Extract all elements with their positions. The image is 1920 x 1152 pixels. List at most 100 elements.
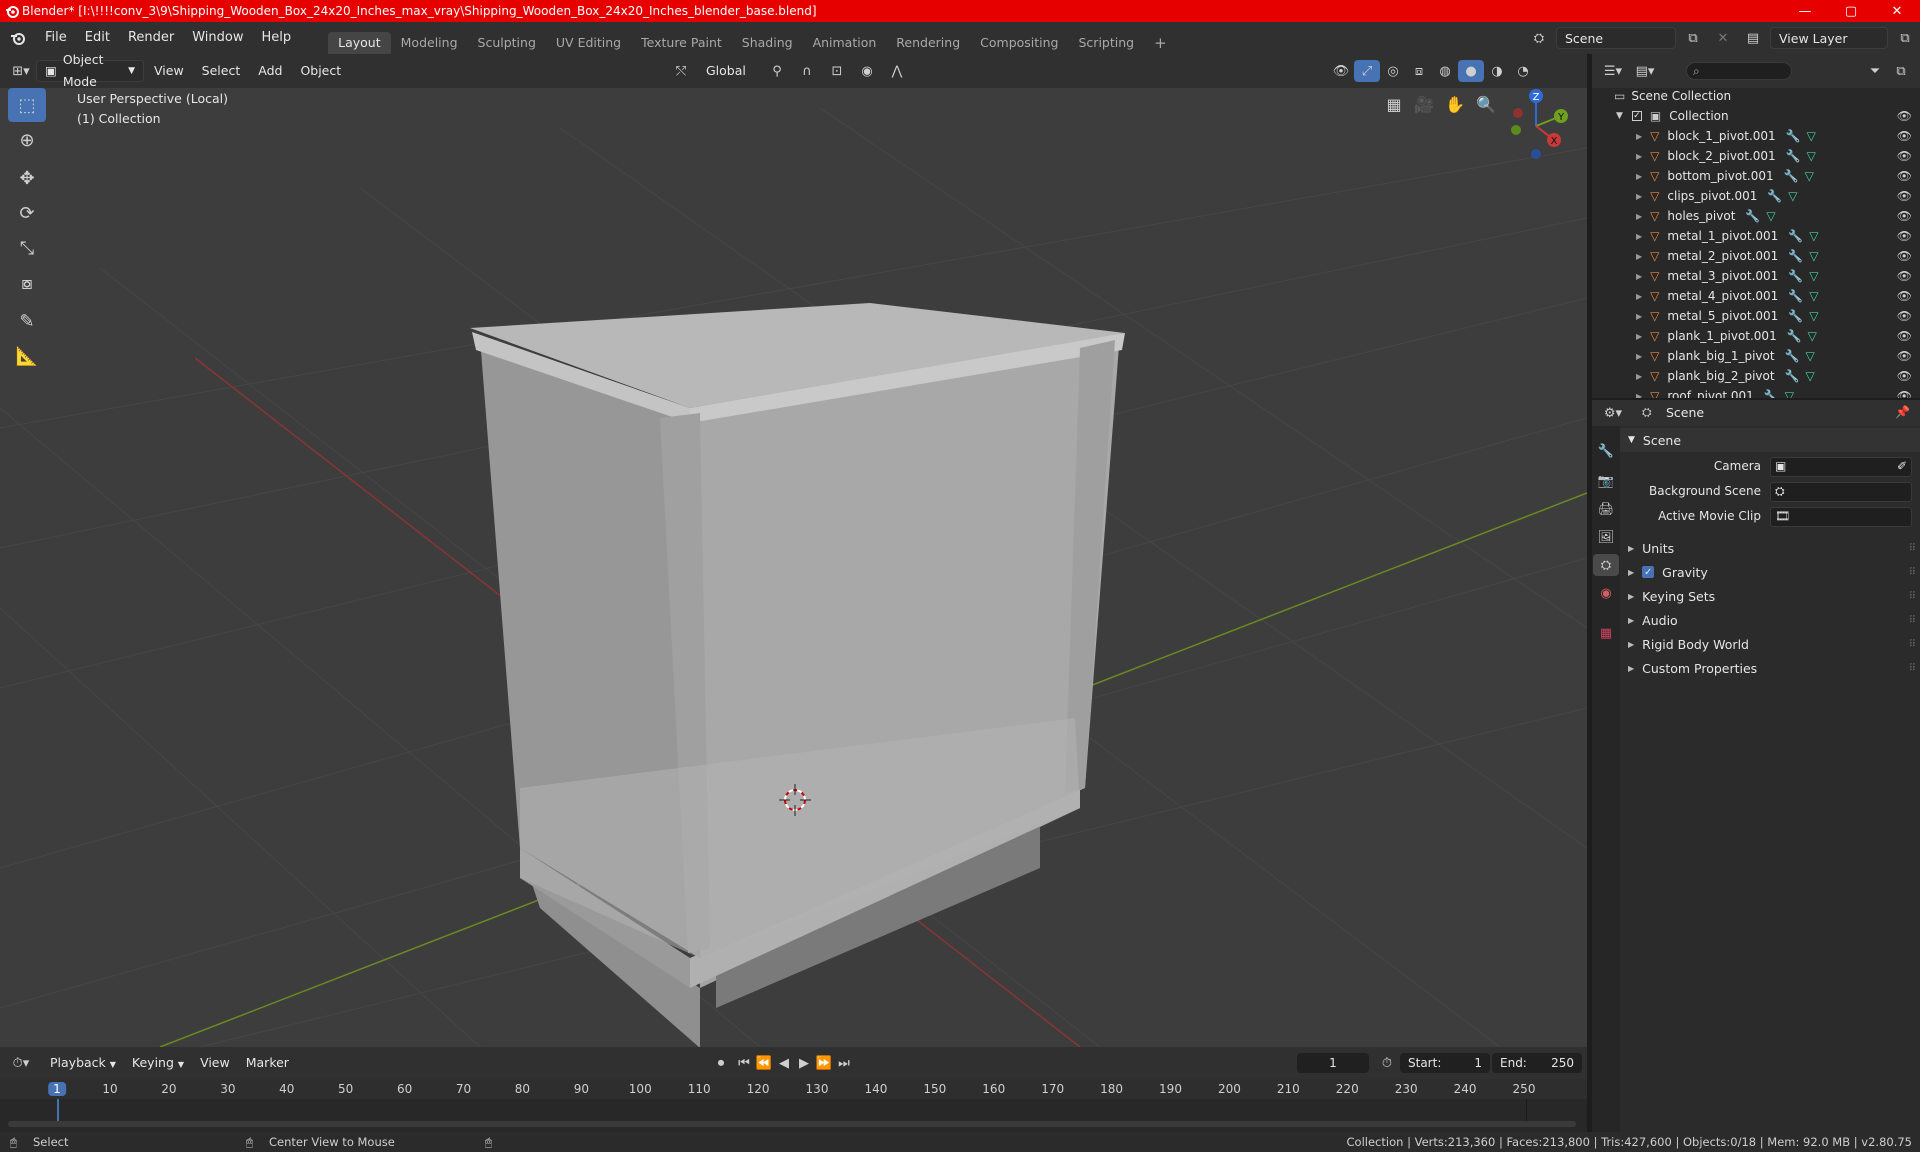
menu-help[interactable]: Help [253, 22, 301, 54]
solid-shading-icon[interactable]: ● [1458, 60, 1484, 82]
expand-arrow-icon[interactable]: ▶ [1636, 272, 1642, 281]
visibility-filter-icon[interactable]: 👁 [1328, 60, 1354, 82]
play-icon[interactable]: ▶ [794, 1052, 814, 1074]
transform-orientation-icon[interactable]: ⤲ [668, 60, 694, 82]
expand-arrow-icon[interactable]: ▶ [1636, 292, 1642, 301]
mesh-data-icon[interactable]: ▽ [1788, 189, 1797, 203]
cursor-tool[interactable]: ⊕ [8, 123, 46, 157]
outliner-item[interactable]: ▶ ▽ metal_2_pivot.001 🔧 ▽ 👁 [1592, 246, 1920, 266]
tab-rendering[interactable]: Rendering [886, 32, 970, 54]
eye-icon[interactable]: 👁 [1897, 129, 1912, 143]
mesh-data-icon[interactable]: ▽ [1809, 229, 1818, 243]
texture-tab-icon[interactable]: ▦ [1593, 622, 1619, 644]
wireframe-shading-icon[interactable]: ◍ [1432, 60, 1458, 82]
jump-end-icon[interactable]: ⏭ [834, 1052, 854, 1074]
display-mode-icon[interactable]: ▤▾ [1632, 60, 1658, 82]
tab-layout[interactable]: Layout [328, 32, 391, 54]
gravity-checkbox[interactable]: ✓ [1642, 566, 1655, 578]
pan-view-icon[interactable]: ✋ [1441, 90, 1469, 118]
drag-handle-icon[interactable]: ⠿ [1909, 615, 1916, 626]
tab-shading[interactable]: Shading [732, 32, 803, 54]
eye-icon[interactable]: 👁 [1897, 249, 1912, 263]
mesh-data-icon[interactable]: ▽ [1809, 289, 1818, 303]
prev-keyframe-icon[interactable]: ⏪ [754, 1052, 774, 1074]
new-scene-icon[interactable]: ⧉ [1680, 27, 1706, 49]
editor-type-icon[interactable]: ⊞▾ [8, 60, 34, 82]
toggle-camera-view-icon[interactable]: ▦ [1380, 90, 1408, 118]
view-layer-selector[interactable]: View Layer [1770, 27, 1888, 49]
scene-panel-header[interactable]: ▼ Scene [1620, 428, 1920, 452]
outliner-item[interactable]: ▶ ▽ metal_1_pivot.001 🔧 ▽ 👁 [1592, 226, 1920, 246]
expand-arrow-icon[interactable]: ▶ [1636, 252, 1642, 261]
viewport-menu-select[interactable]: Select [194, 60, 249, 82]
mesh-data-icon[interactable]: ▽ [1806, 349, 1815, 363]
gizmo-toggle-icon[interactable]: ⤢ [1354, 60, 1380, 82]
filter-icon[interactable]: ⏷ [1862, 60, 1888, 82]
modifier-icon[interactable]: 🔧 [1785, 369, 1800, 383]
viewport-menu-object[interactable]: Object [292, 60, 349, 82]
mesh-data-icon[interactable]: ▽ [1809, 269, 1818, 283]
annotate-tool[interactable]: ✎ [8, 304, 46, 338]
outliner-item[interactable]: ▶ ▽ clips_pivot.001 🔧 ▽ 👁 [1592, 186, 1920, 206]
outliner-item[interactable]: ▶ ▽ plank_big_2_pivot 🔧 ▽ 👁 [1592, 366, 1920, 386]
expand-arrow-icon[interactable]: ▶ [1636, 132, 1642, 141]
eye-icon[interactable]: 👁 [1897, 309, 1912, 323]
xray-toggle-icon[interactable]: ⧈ [1406, 60, 1432, 82]
timeline-editor-type-icon[interactable]: ⏱▾ [8, 1052, 34, 1074]
eye-icon[interactable]: 👁 [1897, 109, 1912, 123]
outliner-editor-type-icon[interactable]: ☰▾ [1600, 60, 1626, 82]
camera-field[interactable]: ▣ ✐ [1770, 457, 1912, 477]
select-box-tool[interactable]: ⬚ [8, 88, 46, 122]
tab-texture-paint[interactable]: Texture Paint [631, 32, 732, 54]
scale-tool[interactable]: ⤡ [8, 231, 46, 265]
modifier-icon[interactable]: 🔧 [1788, 309, 1803, 323]
next-keyframe-icon[interactable]: ⏩ [814, 1052, 834, 1074]
timeline-menu-view[interactable]: View [192, 1052, 238, 1074]
output-tab-icon[interactable]: 🖨 [1593, 498, 1619, 520]
modifier-icon[interactable]: 🔧 [1787, 329, 1802, 343]
rotate-tool[interactable]: ⟳ [8, 196, 46, 230]
expand-arrow-icon[interactable]: ▶ [1636, 332, 1642, 341]
expand-arrow-icon[interactable]: ▶ [1636, 212, 1642, 221]
scene-icon[interactable]: ⛭ [1526, 27, 1552, 49]
properties-subpanel[interactable]: ▶ Custom Properties ⠿ [1620, 656, 1920, 680]
transform-tool[interactable]: ⧇ [8, 266, 46, 300]
eye-icon[interactable]: 👁 [1897, 229, 1912, 243]
modifier-icon[interactable]: 🔧 [1788, 249, 1803, 263]
world-tab-icon[interactable]: ◉ [1593, 582, 1619, 604]
eye-icon[interactable]: 👁 [1897, 349, 1912, 363]
play-reverse-icon[interactable]: ◀ [774, 1052, 794, 1074]
close-button[interactable]: ✕ [1874, 0, 1920, 22]
menu-render[interactable]: Render [119, 22, 183, 54]
expand-arrow-icon[interactable]: ▶ [1636, 192, 1642, 201]
start-frame-field[interactable]: Start: 1 [1400, 1053, 1490, 1073]
delete-scene-icon[interactable]: ✕ [1710, 27, 1736, 49]
modifier-icon[interactable]: 🔧 [1784, 169, 1799, 183]
snap-target-icon[interactable]: ⊡ [824, 60, 850, 82]
scene-selector[interactable]: Scene [1556, 27, 1676, 49]
material-shading-icon[interactable]: ◑ [1484, 60, 1510, 82]
properties-editor-type-icon[interactable]: ⚙▾ [1600, 402, 1626, 424]
scene-tab-icon[interactable]: ⛭ [1593, 554, 1619, 576]
drag-handle-icon[interactable]: ⠿ [1909, 639, 1916, 650]
mesh-data-icon[interactable]: ▽ [1809, 249, 1818, 263]
properties-subpanel[interactable]: ▶ Audio ⠿ [1620, 608, 1920, 632]
modifier-icon[interactable]: 🔧 [1788, 269, 1803, 283]
mesh-data-icon[interactable]: ▽ [1807, 149, 1816, 163]
expand-arrow-icon[interactable]: ▶ [1636, 232, 1642, 241]
outliner-item[interactable]: ▶ ▽ metal_5_pivot.001 🔧 ▽ 👁 [1592, 306, 1920, 326]
jump-start-icon[interactable]: ⏮ [734, 1052, 754, 1074]
new-view-layer-icon[interactable]: ⧉ [1892, 27, 1918, 49]
tab-scripting[interactable]: Scripting [1069, 32, 1145, 54]
transform-orientation-selector[interactable]: Global [698, 60, 760, 82]
view-layer-icon[interactable]: ▤ [1740, 27, 1766, 49]
collapse-arrow-icon[interactable]: ▼ [1616, 111, 1623, 121]
drag-handle-icon[interactable]: ⠿ [1909, 567, 1916, 578]
current-frame-field[interactable]: 1 [1297, 1053, 1369, 1073]
tab-modeling[interactable]: Modeling [391, 32, 468, 54]
tool-tab-icon[interactable]: 🔧 [1593, 440, 1619, 462]
proportional-edit-icon[interactable]: ◉ [854, 60, 880, 82]
properties-subpanel[interactable]: ▶ Keying Sets ⠿ [1620, 584, 1920, 608]
add-workspace-button[interactable]: + [1144, 32, 1177, 54]
mesh-data-icon[interactable]: ▽ [1806, 369, 1815, 383]
